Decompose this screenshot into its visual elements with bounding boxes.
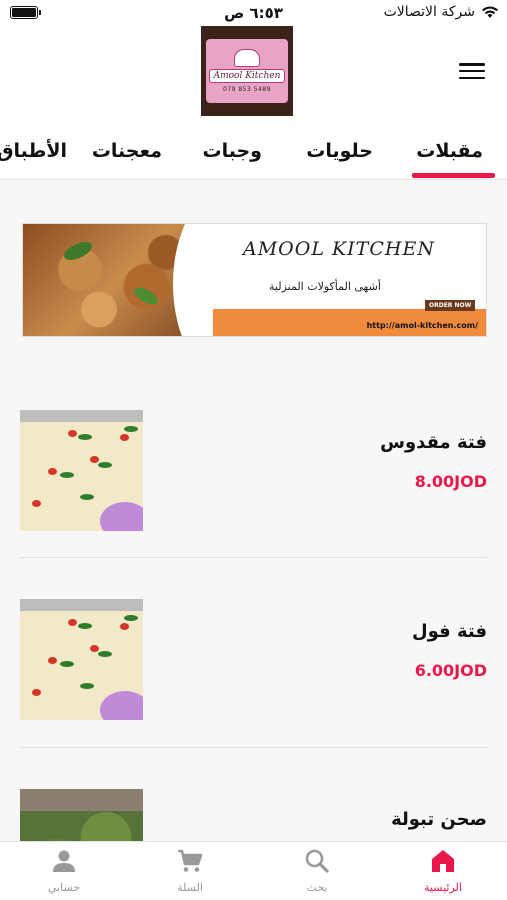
tab-meals[interactable]: وجبات	[203, 140, 263, 162]
product-price: 6.00JOD	[414, 661, 487, 680]
nav-cart[interactable]: السلة	[150, 846, 230, 894]
product-image	[20, 410, 143, 531]
tab-dishes[interactable]: الأطباق	[0, 140, 67, 162]
divider	[20, 557, 487, 558]
product-name: فتة فول	[411, 621, 487, 642]
product-name: صحن تبولة	[391, 809, 487, 830]
divider	[20, 747, 487, 748]
nav-label: حسابي	[47, 881, 81, 894]
app-header: Amool Kitchen 079 853 5489	[0, 26, 507, 124]
active-tab-indicator	[412, 173, 495, 178]
product-item[interactable]: صحن تبولة	[0, 789, 507, 841]
status-right: شركة الاتصالات	[384, 4, 499, 20]
chef-hat-icon	[234, 49, 260, 67]
nav-search[interactable]: بحث	[277, 846, 357, 894]
bottom-nav: الرئيسية بحث السلة حسابي	[0, 841, 507, 900]
wifi-icon	[482, 6, 498, 18]
home-icon	[432, 850, 454, 872]
brand-logo[interactable]: Amool Kitchen 079 853 5489	[201, 26, 293, 116]
status-bar: ٦:٥٣ ص شركة الاتصالات	[0, 0, 507, 26]
nav-label: الرئيسية	[424, 881, 462, 894]
product-name: فتة مقدوس	[380, 432, 487, 453]
product-image	[20, 789, 143, 841]
logo-name: Amool Kitchen	[208, 69, 286, 83]
banner-title: AMOOL KITCHEN	[243, 238, 435, 260]
tab-appetizers[interactable]: مقبلات	[416, 140, 483, 162]
nav-label: السلة	[177, 881, 203, 894]
banner-subtitle: أشهى المأكولات المنزلية	[269, 280, 381, 293]
product-item[interactable]: فتة مقدوس 8.00JOD	[0, 410, 507, 560]
person-icon	[53, 850, 75, 872]
promo-banner[interactable]: AMOOL KITCHEN أشهى المأكولات المنزلية OR…	[22, 223, 487, 337]
search-icon	[305, 849, 329, 873]
order-now-button[interactable]: ORDER NOW	[425, 300, 476, 311]
carrier-name: شركة الاتصالات	[383, 4, 475, 20]
nav-account[interactable]: حسابي	[24, 846, 104, 894]
product-image	[20, 599, 143, 720]
logo-phone: 079 853 5489	[223, 86, 271, 93]
banner-url: http://amol-kitchen.com/	[366, 321, 478, 330]
product-item[interactable]: فتة فول 6.00JOD	[0, 599, 507, 749]
product-price: 8.00JOD	[414, 472, 487, 491]
hamburger-menu-icon[interactable]	[459, 60, 485, 82]
nav-label: بحث	[306, 881, 328, 894]
nav-home[interactable]: الرئيسية	[403, 846, 483, 894]
category-tabs: مقبلات حلويات وجبات معجنات الأطباق	[0, 124, 507, 180]
tab-sweets[interactable]: حلويات	[306, 140, 373, 162]
cart-icon	[178, 849, 203, 872]
logo-badge: Amool Kitchen 079 853 5489	[206, 39, 288, 103]
tab-pastries[interactable]: معجنات	[92, 140, 162, 162]
